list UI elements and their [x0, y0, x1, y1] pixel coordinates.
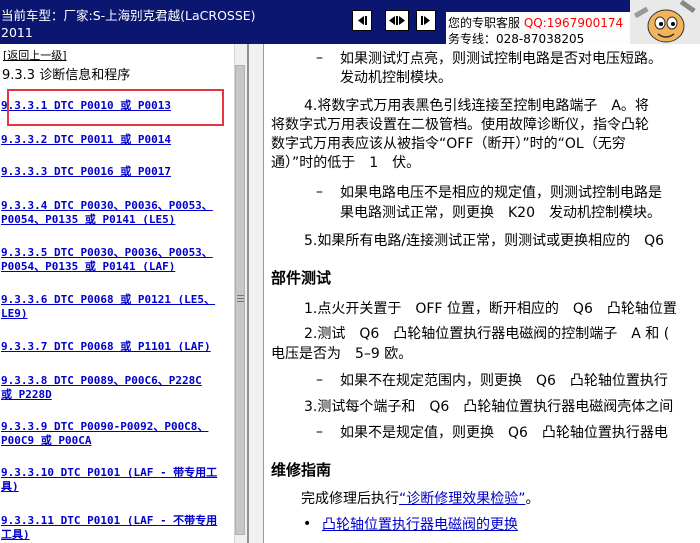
content-text: 如果电路电压不是相应的规定值，则测试控制电路是	[340, 185, 662, 201]
toc-item[interactable]: 9.3.3.11 DTC P0101 (LAF - 不带专用 工具)	[1, 514, 241, 542]
toc-item[interactable]: 9.3.3.5 DTC P0030、P0036、P0053、 P0054、P01…	[1, 246, 241, 274]
content-text: 1.点火开关置于 OFF 位置，断开相应的 Q6 凸轮轴位置	[304, 301, 677, 317]
vehicle-line1: 当前车型：厂家:S-上海别克君越(LaCROSSE)	[1, 8, 256, 23]
header-bar: 当前车型：厂家:S-上海别克君越(LaCROSSE) 2011 您的专职客服 Q…	[0, 0, 700, 46]
pane-splitter[interactable]	[247, 44, 264, 543]
service-label: 您的专职客服	[448, 16, 521, 30]
toc-item[interactable]: 9.3.3.10 DTC P0101 (LAF - 带专用工 具)	[1, 466, 241, 494]
toc-item[interactable]: 9.3.3.6 DTC P0068 或 P0121 (LE5、 LE9)	[1, 293, 241, 321]
back-to-parent-link[interactable]: [返回上一级]	[3, 47, 67, 63]
content-text: 5.如果所有电路/连接测试正常，则测试或更换相应的 Q6	[304, 233, 664, 249]
content-text: 通）”时的低于 1 伏。	[271, 155, 421, 171]
diagnostic-repair-verification-link[interactable]: “诊断修理效果检验”	[399, 491, 526, 507]
content-text: 电压是否为 5–9 欧。	[271, 346, 413, 362]
dash-bullet: –	[316, 424, 323, 440]
arrow-left-icon	[358, 16, 367, 25]
heading-component-test: 部件测试	[271, 269, 332, 287]
service-contact: 您的专职客服 QQ:1967900174 务专线：028-87038205	[446, 12, 633, 46]
heading-repair-guide: 维修指南	[271, 461, 332, 479]
arrow-right-icon	[421, 16, 430, 25]
toc-pane: [返回上一级] 9.3.3 诊断信息和程序 9.3.3.1 DTC P0010 …	[0, 44, 247, 543]
content-text: 4.将数字式万用表黑色引线连接至控制电路端子 A。将	[304, 98, 649, 114]
qq-number[interactable]: QQ:1967900174	[524, 16, 623, 30]
mechanic-mascot-icon	[630, 0, 700, 44]
toc-item[interactable]: 9.3.3.2 DTC P0011 或 P0014	[1, 133, 241, 147]
content-text: 数字式万用表应该从被指令“OFF（断开）”时的“OL（无穷	[271, 136, 626, 152]
scroll-grip-icon	[236, 294, 245, 303]
bullet-icon: •	[303, 516, 312, 532]
vehicle-line2: 2011	[1, 25, 33, 40]
toc-item[interactable]: 9.3.3.7 DTC P0068 或 P1101 (LAF)	[1, 340, 241, 354]
section-title: 9.3.3 诊断信息和程序	[2, 68, 131, 83]
dash-bullet: –	[316, 50, 323, 66]
content-text: 果电路测试正常，则更换 K20 发动机控制模块。	[340, 205, 661, 221]
toc-item[interactable]: 9.3.3.3 DTC P0016 或 P0017	[1, 165, 241, 179]
mascot-logo	[630, 0, 700, 44]
repair-instruction: 完成修理后执行“诊断修理效果检验”。	[301, 491, 540, 507]
content-text: 将数字式万用表设置在二极管档。使用故障诊断仪，指令凸轮	[271, 117, 649, 133]
content-pane: – 如果测试灯点亮，则测试控制电路是否对电压短路。 发动机控制模块。 4.将数字…	[264, 44, 700, 543]
solenoid-replacement-link[interactable]: 凸轮轴位置执行器电磁阀的更换	[322, 516, 518, 534]
highlight-box	[7, 89, 224, 126]
toc-item[interactable]: 9.3.3.4 DTC P0030、P0036、P0053、 P0054、P01…	[1, 199, 241, 227]
toc-item[interactable]: 9.3.3.9 DTC P0090-P0092、P00C8、 P00C9 或 P…	[1, 420, 241, 448]
content-text: 3.测试每个端子和 Q6 凸轮轴位置执行器电磁阀壳体之间	[304, 399, 674, 415]
content-text: 如果不是规定值，则更换 Q6 凸轮轴位置执行器电	[340, 425, 668, 441]
dash-bullet: –	[316, 372, 323, 388]
toggle-button[interactable]	[385, 10, 409, 31]
toc-item[interactable]: 9.3.3.8 DTC P0089、P00C6、P228C 或 P228D	[1, 374, 241, 402]
next-button[interactable]	[416, 10, 436, 31]
previous-button[interactable]	[352, 10, 372, 31]
content-text: 2.测试 Q6 凸轮轴位置执行器电磁阀的控制端子 A 和 (	[304, 326, 670, 342]
content-text: 如果不在规定范围内，则更换 Q6 凸轮轴位置执行	[340, 373, 668, 389]
vehicle-info: 当前车型：厂家:S-上海别克君越(LaCROSSE) 2011	[1, 7, 263, 41]
dash-bullet: –	[316, 184, 323, 200]
content-text: 发动机控制模块。	[340, 70, 452, 86]
content-text: 如果测试灯点亮，则测试控制电路是否对电压短路。	[340, 51, 662, 67]
expand-arrows-icon	[389, 16, 405, 25]
